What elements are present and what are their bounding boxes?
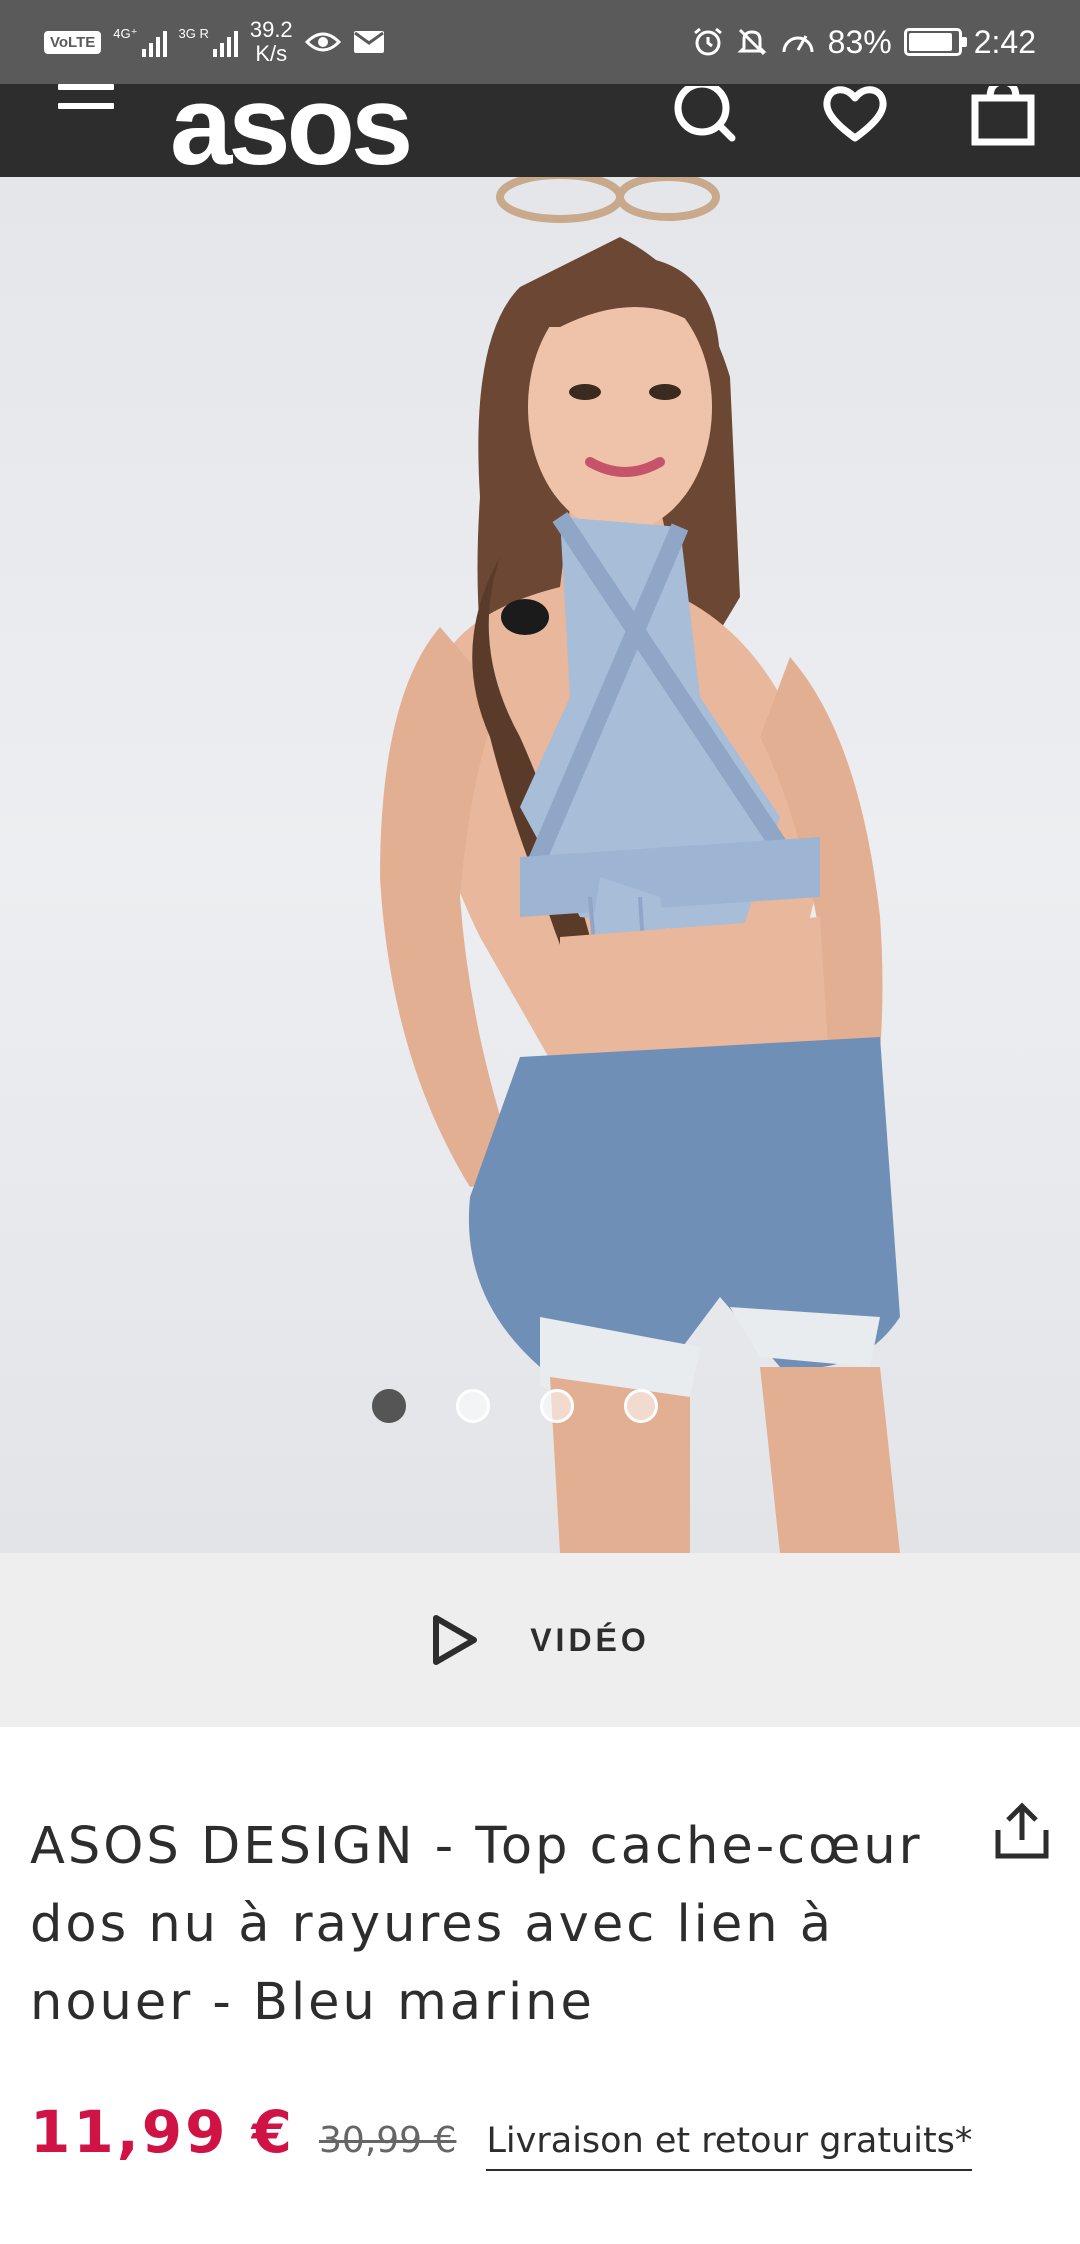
share-icon[interactable] — [990, 1800, 1054, 1864]
status-bar: VoLTE 4G⁺ 3G R 39.2 K/s 83% 2:42 — [0, 0, 1080, 84]
asos-logo[interactable]: asos — [170, 84, 413, 177]
network-speed: 39.2 K/s — [250, 18, 293, 66]
status-left: VoLTE 4G⁺ 3G R 39.2 K/s — [44, 14, 385, 70]
free-delivery-link[interactable]: Livraison et retour gratuits* — [486, 2121, 973, 2171]
heart-icon[interactable] — [820, 86, 890, 156]
speedometer-icon — [782, 35, 814, 53]
price-row: 11,99 € 30,99 € Livraison et retour grat… — [30, 2098, 973, 2171]
carousel-dot[interactable] — [624, 1389, 658, 1423]
signal-3g: 3G R — [179, 27, 238, 57]
alarm-icon — [693, 27, 722, 56]
carousel-dots — [372, 1389, 658, 1423]
eye-icon — [304, 32, 341, 52]
product-title: ASOS DESIGN - Top cache-cœur dos nu à ra… — [30, 1817, 923, 2032]
video-button[interactable]: VIDÉO — [0, 1553, 1080, 1727]
search-icon[interactable] — [670, 86, 740, 156]
carousel-dot[interactable] — [372, 1389, 406, 1423]
video-label: VIDÉO — [530, 1621, 650, 1658]
speed-value: 39.2 — [249, 17, 293, 42]
status-right: 83% 2:42 — [692, 14, 1036, 70]
volte-badge: VoLTE — [44, 30, 102, 54]
battery-percentage: 83% — [827, 23, 892, 60]
speed-unit: K/s — [255, 41, 288, 66]
carousel-dot[interactable] — [456, 1389, 490, 1423]
signal-bars-icon — [212, 27, 238, 57]
current-price: 11,99 € — [30, 2098, 296, 2166]
carousel-dot[interactable] — [540, 1389, 574, 1423]
battery-icon — [903, 28, 967, 56]
play-icon — [433, 1615, 478, 1665]
clock: 2:42 — [973, 23, 1036, 60]
network-type-label: 4G⁺ — [113, 26, 138, 41]
mute-icon — [737, 28, 767, 56]
app-header: asos — [0, 84, 1080, 177]
original-price: 30,99 € — [319, 2120, 457, 2161]
signal-bars-icon — [141, 27, 167, 57]
menu-icon[interactable] — [58, 84, 114, 128]
mail-icon — [353, 31, 384, 53]
product-image-carousel[interactable] — [0, 177, 1080, 1553]
bag-icon[interactable] — [968, 86, 1038, 156]
product-photo — [380, 177, 900, 1553]
network-type-label: 3G R — [178, 26, 209, 41]
signal-4g: 4G⁺ — [113, 26, 167, 57]
